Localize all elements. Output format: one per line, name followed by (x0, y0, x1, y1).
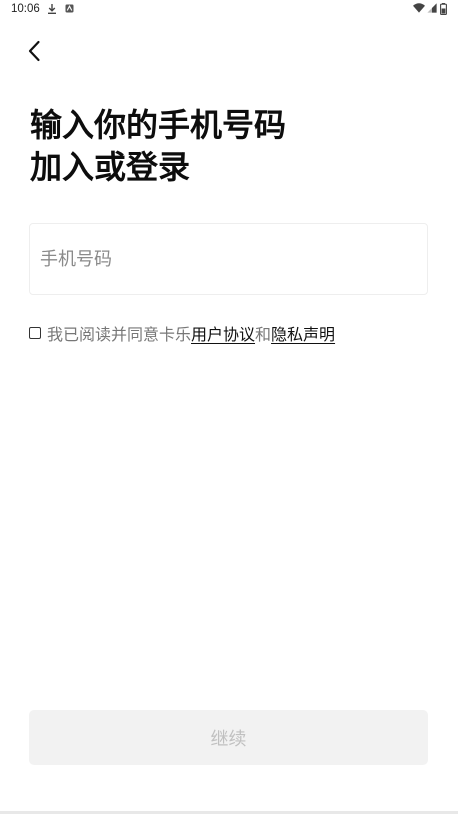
phone-number-input[interactable] (40, 224, 415, 294)
continue-button[interactable]: 继续 (29, 710, 428, 765)
agreement-checkbox[interactable] (29, 327, 41, 339)
page-title: 输入你的手机号码 加入或登录 (30, 104, 286, 188)
privacy-statement-link[interactable]: 隐私声明 (271, 321, 335, 345)
chevron-left-icon (28, 40, 40, 62)
battery-icon (440, 3, 447, 15)
cellular-signal-icon (427, 3, 437, 13)
terms-of-service-link[interactable]: 用户协议 (191, 321, 255, 345)
wifi-icon (413, 3, 425, 13)
agreement-row: 我已阅读并同意卡乐 用户协议 和 隐私声明 (29, 322, 335, 344)
login-screen: 10:06 输入你的手机号码 加入或登录 手机号码 我已阅读并同意卡乐 用户协议… (0, 0, 458, 814)
download-icon (48, 4, 56, 14)
status-time: 10:06 (11, 3, 40, 15)
notification-app-icon (65, 4, 74, 13)
agreement-conjunction-text: 和 (255, 325, 272, 344)
title-line-1: 输入你的手机号码 (30, 106, 287, 144)
title-line-2: 加入或登录 (30, 148, 191, 186)
status-bar: 10:06 (0, 0, 458, 20)
agreement-prefix-text: 我已阅读并同意卡乐 (47, 325, 192, 344)
back-button[interactable] (18, 35, 50, 67)
phone-field[interactable] (29, 223, 428, 295)
